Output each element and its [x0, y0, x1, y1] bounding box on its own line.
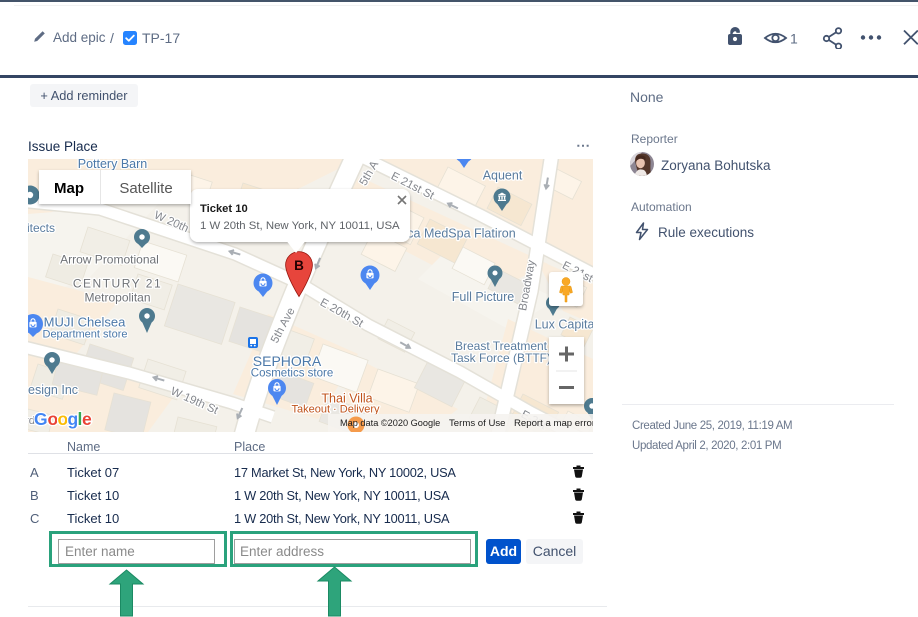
svg-text:Task Force (BTTF): Task Force (BTTF)	[451, 351, 551, 365]
svg-text:Cosmetics store: Cosmetics store	[251, 368, 333, 380]
svg-text:B: B	[294, 258, 304, 273]
svg-text:Pottery Barn: Pottery Barn	[78, 159, 148, 171]
svg-text:Ticket 10: Ticket 10	[200, 203, 248, 215]
svg-text:Aquent: Aquent	[483, 169, 523, 183]
svg-text:Arrow Promotional: Arrow Promotional	[60, 253, 159, 267]
svg-text:Department store: Department store	[43, 329, 128, 341]
svg-text:ca MedSpa Flatiron: ca MedSpa Flatiron	[407, 227, 515, 241]
svg-text:Metropolitan: Metropolitan	[84, 291, 150, 305]
svg-text:1 W 20th St, New York, NY 1001: 1 W 20th St, New York, NY 10011, USA	[200, 220, 400, 232]
svg-text:CENTURY 21: CENTURY 21	[73, 277, 162, 291]
svg-text:itects: itects	[28, 221, 55, 235]
svg-text:Lux Capital: Lux Capital	[535, 318, 593, 332]
svg-text:Map: Map	[54, 180, 84, 197]
svg-text:MUJI Chelsea: MUJI Chelsea	[44, 315, 126, 330]
svg-text:Terms of Use: Terms of Use	[449, 418, 506, 429]
svg-text:G: G	[34, 409, 48, 429]
svg-text:Map data ©2020 Google: Map data ©2020 Google	[340, 418, 440, 428]
svg-text:1: 1	[790, 31, 798, 47]
svg-text:Takeout · Delivery: Takeout · Delivery	[291, 404, 380, 416]
svg-text:Report a map error: Report a map error	[514, 418, 593, 429]
svg-text:Full Picture: Full Picture	[452, 290, 515, 304]
svg-text:Satellite: Satellite	[119, 180, 172, 197]
svg-text:e: e	[82, 409, 92, 429]
svg-text:esign Inc: esign Inc	[28, 383, 78, 397]
